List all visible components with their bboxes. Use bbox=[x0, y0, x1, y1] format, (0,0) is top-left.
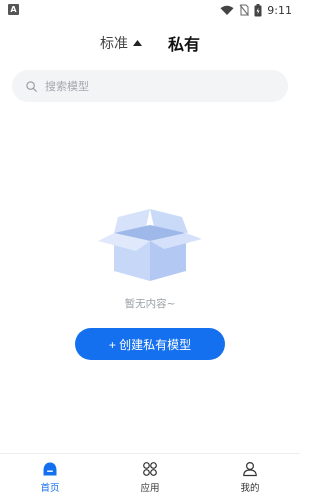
battery-icon bbox=[254, 3, 262, 16]
tab-standard[interactable]: 标准 bbox=[100, 33, 142, 53]
search-icon bbox=[26, 80, 37, 92]
bottom-nav: 首页 应用 我的 bbox=[0, 453, 300, 500]
nav-label-apps: 应用 bbox=[140, 482, 160, 494]
create-private-model-button[interactable]: + 创建私有模型 bbox=[75, 328, 225, 360]
nav-item-home[interactable]: 首页 bbox=[0, 454, 100, 500]
wifi-icon bbox=[220, 5, 234, 15]
empty-state-text: 暂无内容~ bbox=[124, 298, 176, 310]
no-sim-icon bbox=[239, 4, 250, 16]
header-tabs: 标准 私有 bbox=[0, 28, 300, 58]
search-input[interactable] bbox=[43, 78, 267, 94]
status-icons: 9:11 bbox=[220, 2, 292, 18]
nav-label-profile: 我的 bbox=[240, 482, 260, 494]
status-bar: A 9:11 bbox=[0, 0, 300, 20]
caret-up-icon bbox=[132, 40, 142, 46]
apps-icon bbox=[143, 461, 157, 476]
profile-icon bbox=[243, 461, 257, 476]
tab-private[interactable]: 私有 bbox=[168, 31, 200, 55]
empty-box-icon bbox=[98, 209, 202, 281]
search-bar[interactable] bbox=[12, 70, 288, 102]
status-time: 9:11 bbox=[267, 3, 292, 17]
tab-standard-label: 标准 bbox=[99, 36, 128, 52]
notification-icon: A bbox=[8, 4, 19, 15]
nav-label-home: 首页 bbox=[40, 482, 60, 494]
home-icon bbox=[43, 462, 57, 475]
screen: A 9:11 标准 私有 搜索模型 暂无内容~ + 创建私有模型 首页 应用 我… bbox=[0, 0, 300, 500]
nav-item-profile[interactable]: 我的 bbox=[200, 454, 300, 500]
nav-item-apps[interactable]: 应用 bbox=[100, 454, 200, 500]
